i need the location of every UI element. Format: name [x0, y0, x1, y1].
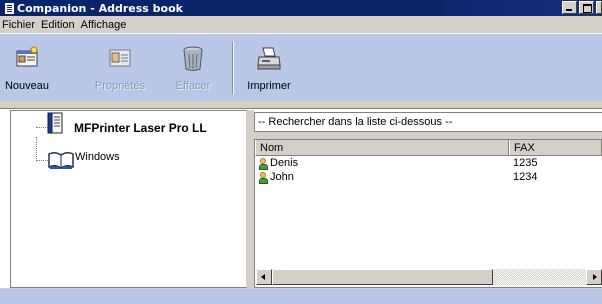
- column-header-fax[interactable]: FAX: [509, 140, 602, 156]
- minimize-button[interactable]: [562, 1, 577, 14]
- contact-fax: 1234: [513, 171, 538, 183]
- pane-gap: [254, 132, 602, 139]
- scrollbar-track[interactable]: [493, 269, 586, 285]
- properties-button[interactable]: Propriétés: [92, 46, 148, 98]
- trash-icon: [183, 46, 203, 71]
- properties-card-icon: [109, 49, 131, 67]
- menu-affichage[interactable]: Affichage: [79, 19, 131, 31]
- toolbar-divider: [0, 101, 602, 109]
- close-button[interactable]: [596, 1, 602, 14]
- delete-button-label: Effacer: [175, 80, 211, 92]
- table-row[interactable]: John 1234: [255, 171, 602, 185]
- contacts-list: Nom FAX Denis 1235 John 1234: [254, 139, 602, 288]
- tree-pane: MFPrinter Laser Pro LL Windows: [10, 110, 247, 288]
- contact-icon: [259, 172, 268, 184]
- maximize-button[interactable]: [579, 1, 594, 14]
- pane-splitter[interactable]: [247, 110, 254, 288]
- contact-name: John: [270, 171, 294, 183]
- table-row[interactable]: Denis 1235: [255, 157, 602, 171]
- contact-icon: [259, 158, 268, 170]
- contact-fax: 1235: [513, 157, 538, 169]
- list-header: Nom FAX: [255, 140, 602, 156]
- menu-fichier[interactable]: Fichier: [0, 19, 39, 31]
- print-button-label: Imprimer: [247, 80, 291, 92]
- app-icon: [5, 2, 14, 14]
- delete-button[interactable]: Effacer: [173, 46, 213, 98]
- address-book-icon: [47, 112, 63, 134]
- status-bar: [0, 288, 602, 304]
- menu-edition[interactable]: Edition: [39, 19, 79, 31]
- new-contact-icon: [16, 46, 38, 67]
- new-button[interactable]: Nouveau: [0, 46, 54, 98]
- scrollbar-thumb[interactable]: [272, 269, 493, 285]
- tree-item-label: MFPrinter Laser Pro LL: [74, 121, 207, 135]
- tree-item-label: Windows: [75, 151, 120, 163]
- menu-bar: Fichier Edition Affichage: [0, 16, 602, 33]
- properties-button-label: Propriétés: [94, 80, 146, 92]
- new-button-label: Nouveau: [4, 80, 50, 92]
- printer-icon: [257, 47, 281, 70]
- toolbar-separator: [232, 42, 234, 94]
- column-header-nom[interactable]: Nom: [255, 140, 509, 156]
- horizontal-scrollbar[interactable]: [256, 269, 602, 285]
- tree-connector: [36, 137, 37, 161]
- scroll-right-arrow-icon[interactable]: [586, 269, 602, 285]
- open-book-icon: [48, 151, 74, 169]
- search-input[interactable]: -- Rechercher dans la liste ci-dessous -…: [254, 112, 602, 132]
- window-title: Companion - Address book: [17, 1, 183, 15]
- contact-name: Denis: [270, 157, 299, 169]
- title-bar: Companion - Address book: [0, 0, 602, 16]
- scroll-left-arrow-icon[interactable]: [256, 269, 272, 285]
- contacts-pane: -- Rechercher dans la liste ci-dessous -…: [254, 110, 602, 288]
- print-button[interactable]: Imprimer: [244, 46, 294, 98]
- toolbar: Nouveau Propriétés Effacer Imprimer: [0, 33, 602, 101]
